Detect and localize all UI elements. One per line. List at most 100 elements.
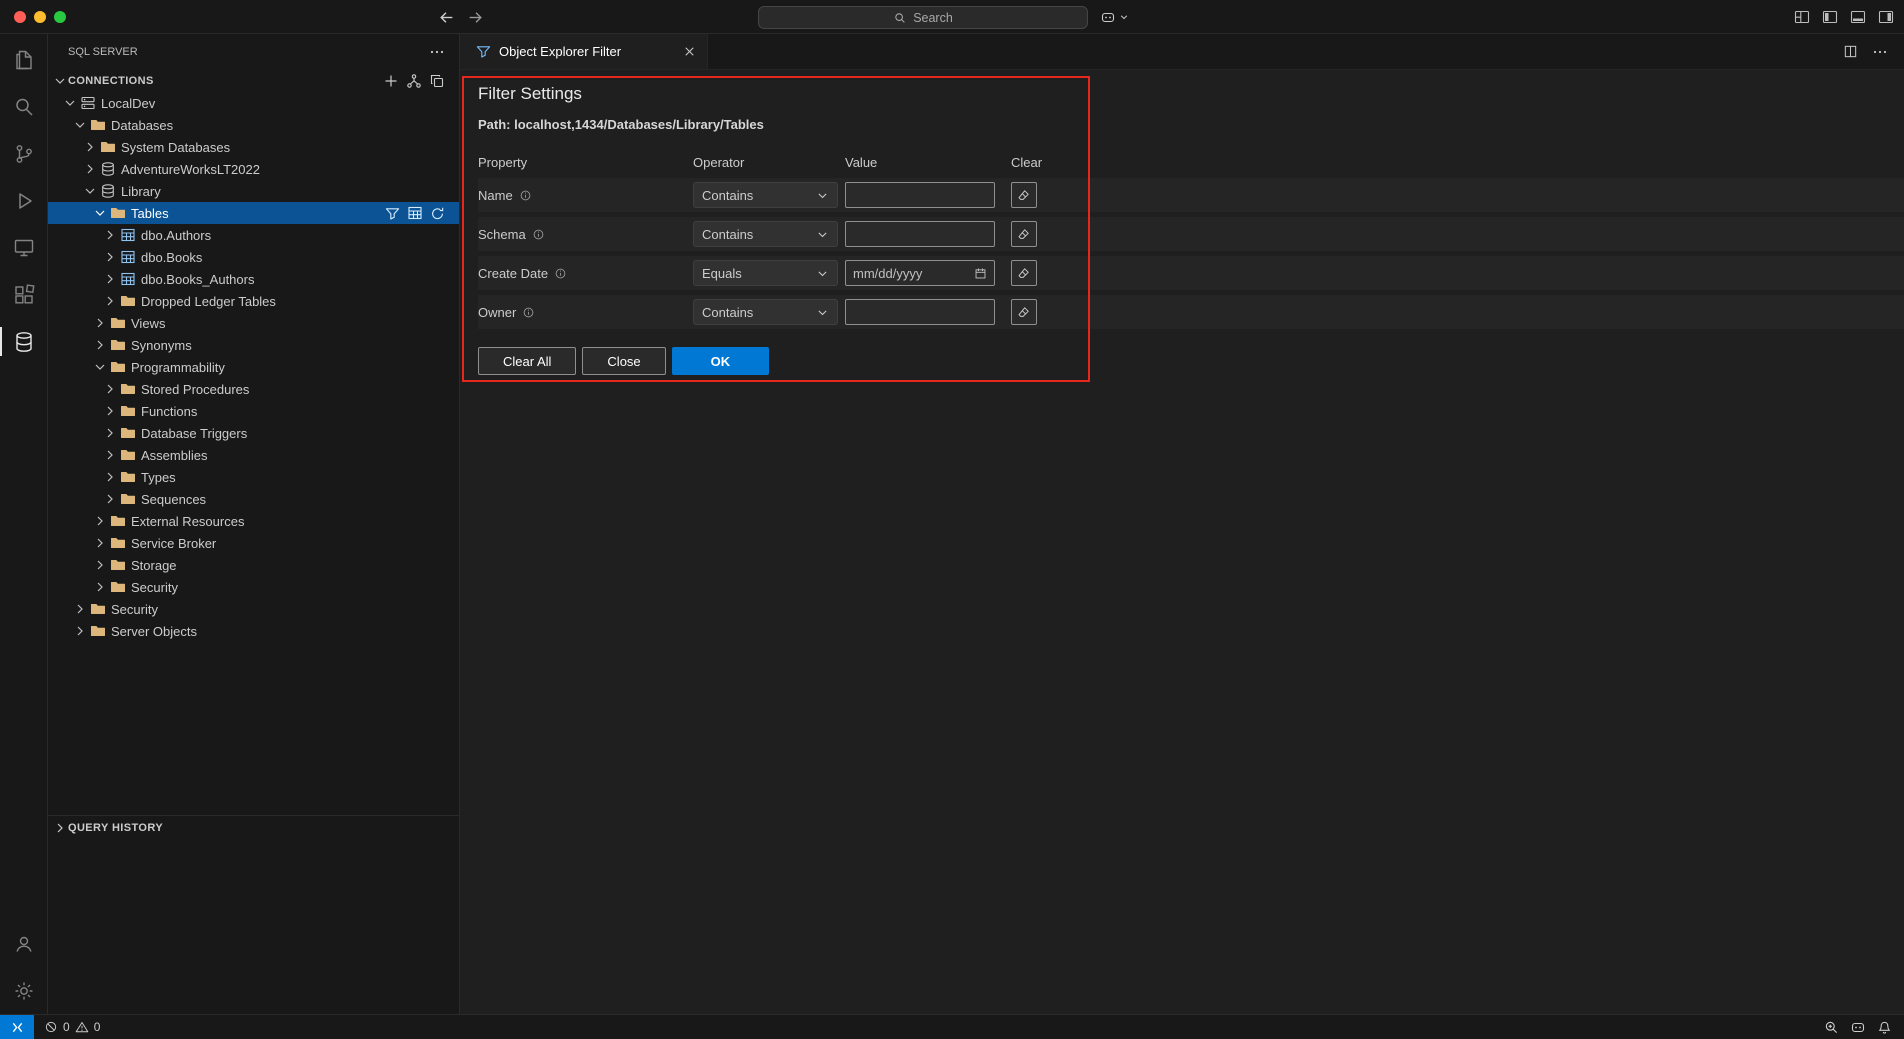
maximize-window-button[interactable] xyxy=(54,11,66,23)
tree-item[interactable]: Assemblies xyxy=(48,444,459,466)
split-editor-icon[interactable] xyxy=(1843,44,1858,59)
calendar-icon[interactable] xyxy=(974,267,987,280)
activitybar-item-settings[interactable] xyxy=(0,967,47,1014)
chevron-right-icon[interactable] xyxy=(92,579,108,595)
chevron-right-icon[interactable] xyxy=(102,249,118,265)
tree-item[interactable]: Types xyxy=(48,466,459,488)
problems-status[interactable]: 0 0 xyxy=(34,1015,110,1039)
close-window-button[interactable] xyxy=(14,11,26,23)
chevron-down-icon[interactable] xyxy=(52,73,68,89)
tree-item[interactable]: dbo.Books_Authors xyxy=(48,268,459,290)
chevron-right-icon[interactable] xyxy=(82,139,98,155)
toggle-panel-icon[interactable] xyxy=(1850,9,1866,25)
value-text-input[interactable] xyxy=(845,221,995,247)
tree-item[interactable]: External Resources xyxy=(48,510,459,532)
activitybar-item-explorer[interactable] xyxy=(0,36,47,83)
tree-item[interactable]: Stored Procedures xyxy=(48,378,459,400)
chevron-down-icon[interactable] xyxy=(72,117,88,133)
tree-item[interactable]: dbo.Authors xyxy=(48,224,459,246)
chevron-right-icon[interactable] xyxy=(102,293,118,309)
add-icon[interactable] xyxy=(383,73,399,89)
operator-select[interactable]: Contains xyxy=(693,221,838,247)
tree-item[interactable]: Server Objects xyxy=(48,620,459,642)
sidebar-more-actions-icon[interactable] xyxy=(429,44,445,60)
activitybar-item-remote-explorer[interactable] xyxy=(0,224,47,271)
clear-filter-button[interactable] xyxy=(1011,299,1037,325)
value-date-input[interactable]: mm/dd/yyyy xyxy=(845,260,995,286)
back-button[interactable] xyxy=(438,9,455,26)
chevron-down-icon[interactable] xyxy=(92,205,108,221)
activitybar-item-sql-server[interactable] xyxy=(0,318,47,365)
tree-item[interactable]: Views xyxy=(48,312,459,334)
connection-group-icon[interactable] xyxy=(406,73,422,89)
clear-all-button[interactable]: Clear All xyxy=(478,347,576,375)
chevron-right-icon[interactable] xyxy=(92,535,108,551)
operator-select[interactable]: Equals xyxy=(693,260,838,286)
clear-filter-button[interactable] xyxy=(1011,182,1037,208)
tree-item[interactable]: LocalDev xyxy=(48,92,459,114)
zoom-icon[interactable] xyxy=(1824,1020,1839,1035)
chevron-right-icon[interactable] xyxy=(72,623,88,639)
clear-filter-button[interactable] xyxy=(1011,260,1037,286)
tree-item[interactable]: Database Triggers xyxy=(48,422,459,444)
chevron-right-icon[interactable] xyxy=(102,469,118,485)
chevron-right-icon[interactable] xyxy=(102,425,118,441)
tree-item[interactable]: Storage xyxy=(48,554,459,576)
activitybar-item-account[interactable] xyxy=(0,920,47,967)
chevron-right-icon[interactable] xyxy=(92,337,108,353)
chevron-right-icon[interactable] xyxy=(102,403,118,419)
tree-item[interactable]: Security xyxy=(48,576,459,598)
tree-item[interactable]: Dropped Ledger Tables xyxy=(48,290,459,312)
value-text-input[interactable] xyxy=(845,182,995,208)
tree-item[interactable]: Programmability xyxy=(48,356,459,378)
clear-filter-button[interactable] xyxy=(1011,221,1037,247)
chevron-right-icon[interactable] xyxy=(102,491,118,507)
chevron-down-icon[interactable] xyxy=(82,183,98,199)
tab-object-explorer-filter[interactable]: Object Explorer Filter xyxy=(460,34,708,69)
tree-item[interactable]: Sequences xyxy=(48,488,459,510)
minimize-window-button[interactable] xyxy=(34,11,46,23)
chevron-down-icon[interactable] xyxy=(62,95,78,111)
customize-layout-icon[interactable] xyxy=(1794,9,1810,25)
chevron-right-icon[interactable] xyxy=(102,447,118,463)
tree-item[interactable]: dbo.Books xyxy=(48,246,459,268)
copilot-menu[interactable] xyxy=(1100,5,1129,29)
tree-item[interactable]: Library xyxy=(48,180,459,202)
query-history-section[interactable]: QUERY HISTORY xyxy=(48,815,459,840)
chevron-right-icon[interactable] xyxy=(92,557,108,573)
chevron-right-icon[interactable] xyxy=(72,601,88,617)
chevron-right-icon[interactable] xyxy=(82,161,98,177)
chevron-right-icon[interactable] xyxy=(102,271,118,287)
operator-select[interactable]: Contains xyxy=(693,299,838,325)
forward-button[interactable] xyxy=(467,9,484,26)
chevron-right-icon[interactable] xyxy=(92,315,108,331)
filter-icon[interactable] xyxy=(385,206,400,221)
activitybar-item-run-debug[interactable] xyxy=(0,177,47,224)
tree-item[interactable]: Security xyxy=(48,598,459,620)
chevron-down-icon[interactable] xyxy=(92,359,108,375)
more-actions-icon[interactable] xyxy=(1872,44,1888,60)
tree-item[interactable]: Service Broker xyxy=(48,532,459,554)
ok-button[interactable]: OK xyxy=(672,347,770,375)
chevron-right-icon[interactable] xyxy=(102,381,118,397)
copy-icon[interactable] xyxy=(429,73,445,89)
tree-item[interactable]: Tables xyxy=(48,202,459,224)
chevron-right-icon[interactable] xyxy=(102,227,118,243)
refresh-icon[interactable] xyxy=(430,206,445,221)
close-tab-icon[interactable] xyxy=(682,44,697,59)
tree-item[interactable]: AdventureWorksLT2022 xyxy=(48,158,459,180)
tree-item[interactable]: Databases xyxy=(48,114,459,136)
copilot-status-icon[interactable] xyxy=(1850,1019,1866,1035)
toggle-secondary-sidebar-icon[interactable] xyxy=(1878,9,1894,25)
activitybar-item-extensions[interactable] xyxy=(0,271,47,318)
connections-section-header[interactable]: CONNECTIONS xyxy=(48,70,459,92)
toggle-sidebar-icon[interactable] xyxy=(1822,9,1838,25)
command-center-search[interactable]: Search xyxy=(758,6,1088,29)
value-text-input[interactable] xyxy=(845,299,995,325)
table-icon[interactable] xyxy=(407,205,423,221)
operator-select[interactable]: Contains xyxy=(693,182,838,208)
activitybar-item-search[interactable] xyxy=(0,83,47,130)
activitybar-item-source-control[interactable] xyxy=(0,130,47,177)
tree-item[interactable]: Synonyms xyxy=(48,334,459,356)
chevron-right-icon[interactable] xyxy=(92,513,108,529)
